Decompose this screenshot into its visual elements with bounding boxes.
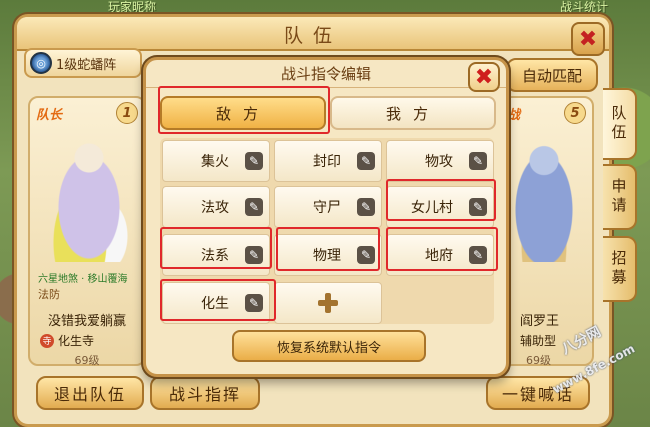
slot-index-badge: 5 [564,102,586,124]
edit-icon[interactable]: ✎ [245,152,263,170]
modal-header: 战斗指令编辑 ✖ [146,60,506,92]
command-label: 物攻 [425,154,453,170]
edit-icon[interactable]: ✎ [469,152,487,170]
team-close-button[interactable]: ✖ [571,22,605,56]
tab-self[interactable]: 我方 [330,96,496,130]
tab-apply[interactable]: 申请 [603,164,637,230]
tab-team[interactable]: 队伍 [603,88,637,160]
close-icon: ✖ [474,64,494,90]
command-label: 封印 [313,154,341,170]
slot-school: 法防 [38,288,60,301]
command-item[interactable]: 守尸 ✎ [274,186,382,228]
team-panel-title: 队伍 [283,25,342,47]
slot-role-label: 队长 [36,108,63,123]
world-player-name: 玩家昵称 [108,0,157,14]
slot-sect-label: 化生寺 [58,334,95,348]
command-label: 法系 [201,248,229,264]
edit-icon[interactable]: ✎ [245,198,263,216]
leave-team-button[interactable]: 退出队伍 [36,376,144,410]
character-portrait [44,132,134,262]
plus-icon [318,293,338,313]
edit-icon[interactable]: ✎ [245,246,263,264]
edit-icon[interactable]: ✎ [245,294,263,312]
tab-enemy[interactable]: 敌方 [160,96,326,130]
command-item[interactable]: 法攻 ✎ [162,186,270,228]
modal-close-button[interactable]: ✖ [468,62,500,92]
character-portrait [504,132,584,262]
edit-icon[interactable]: ✎ [357,152,375,170]
battle-command-button[interactable]: 战斗指挥 [150,376,260,410]
command-item[interactable]: 物理 ✎ [274,234,382,276]
slot-level: 69级 [526,354,551,367]
command-label: 守尸 [313,200,341,216]
command-item[interactable]: 封印 ✎ [274,140,382,182]
restore-default-commands-button[interactable]: 恢复系统默认指令 [232,330,426,362]
modal-title: 战斗指令编辑 [280,65,371,83]
world-battle-stat: 战斗统计 [560,0,609,14]
battle-command-editor-modal: 战斗指令编辑 ✖ 敌方 我方 集火 ✎ 封印 ✎ 物攻 ✎ 法攻 ✎ 守尸 ✎ … [143,57,509,377]
command-grid: 集火 ✎ 封印 ✎ 物攻 ✎ 法攻 ✎ 守尸 ✎ 女儿村 ✎ 法系 ✎ 物理 ✎… [160,138,494,324]
command-label: 化生 [201,296,229,312]
formation-icon: ◎ [30,52,52,74]
sect-icon: 寺 [40,333,54,348]
slot-index-badge: 1 [116,102,138,124]
slot-level: 69级 [74,354,100,367]
slot-title-line: 六星地煞 · 移山覆海 [38,274,128,285]
command-item[interactable]: 女儿村 ✎ [386,186,494,228]
command-item[interactable]: 物攻 ✎ [386,140,494,182]
command-label: 物理 [313,248,341,264]
edit-icon[interactable]: ✎ [469,246,487,264]
tab-recruit[interactable]: 招募 [603,236,637,302]
slot-player-name: 阎罗王 [520,314,560,329]
auto-match-button[interactable]: 自动匹配 [506,58,598,92]
slot-helper-type: 辅助型 [520,334,557,348]
slot-sect: 寺 化生寺 [40,332,94,349]
team-slot-leader[interactable]: 队长 1 六星地煞 · 移山覆海 法防 没错我爱躺赢 寺 化生寺 69级 [28,96,146,367]
formation-button[interactable]: ◎ 1级蛇蟠阵 [24,48,142,78]
slot-player-name: 没错我爱躺赢 [47,314,126,329]
command-item[interactable]: 地府 ✎ [386,234,494,276]
command-label: 集火 [201,154,229,170]
command-item[interactable]: 集火 ✎ [162,140,270,182]
add-command-button[interactable] [274,282,382,324]
edit-icon[interactable]: ✎ [357,246,375,264]
formation-label: 1级蛇蟠阵 [56,57,117,73]
command-label: 女儿村 [411,200,453,216]
close-icon: ✖ [578,26,598,52]
command-item[interactable]: 法系 ✎ [162,234,270,276]
command-label: 地府 [425,248,453,264]
command-label: 法攻 [201,200,229,216]
edit-icon[interactable]: ✎ [469,198,487,216]
command-item[interactable]: 化生 ✎ [162,282,270,324]
team-panel-header: 队伍 ✖ [17,17,609,56]
edit-icon[interactable]: ✎ [357,198,375,216]
